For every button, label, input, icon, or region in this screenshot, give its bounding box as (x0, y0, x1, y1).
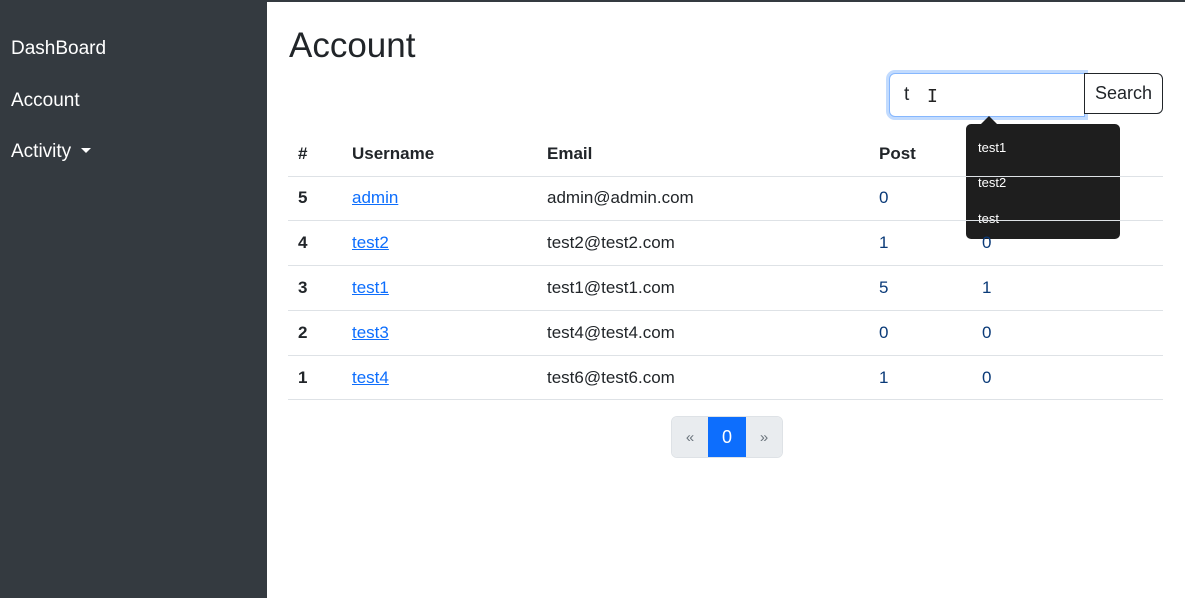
cell-username: admin (342, 176, 537, 222)
accounts-table: # Username Email Post 5 admin admin@admi… (288, 132, 1163, 401)
column-header-username: Username (342, 132, 537, 177)
username-link[interactable]: test1 (352, 278, 389, 297)
caret-down-icon (81, 148, 92, 153)
sidebar-item-label: Account (11, 90, 80, 111)
pagination-prev-button[interactable]: « (672, 417, 708, 457)
table-row: 4 test2 test2@test2.com 1 0 (288, 220, 1163, 267)
cell-username: test3 (342, 310, 537, 356)
cell-extra: 0 (972, 310, 1163, 356)
table-row: 5 admin admin@admin.com 0 (288, 176, 1163, 222)
cell-id: 3 (288, 265, 342, 311)
pagination-next-button[interactable]: » (746, 417, 782, 457)
text-cursor-icon: I (927, 86, 938, 107)
cell-post: 1 (869, 220, 972, 267)
cell-username: test2 (342, 220, 537, 267)
username-link[interactable]: admin (352, 188, 398, 207)
cell-id: 5 (288, 176, 342, 222)
cell-extra: 0 (972, 355, 1163, 401)
cell-id: 1 (288, 355, 342, 401)
pagination-page-current[interactable]: 0 (708, 417, 746, 457)
cell-email: admin@admin.com (537, 176, 869, 222)
cell-id: 2 (288, 310, 342, 356)
cell-email: test6@test6.com (537, 355, 869, 401)
username-link[interactable]: test4 (352, 368, 389, 387)
cell-post: 5 (869, 265, 972, 311)
cell-post: 0 (869, 176, 972, 222)
cell-username: test1 (342, 265, 537, 311)
sidebar-item-dashboard[interactable]: DashBoard (11, 38, 106, 60)
cell-extra (972, 176, 1163, 222)
search-input[interactable] (889, 73, 1085, 117)
search-button[interactable]: Search (1084, 73, 1163, 114)
cell-email: test2@test2.com (537, 220, 869, 267)
cell-post: 0 (869, 310, 972, 356)
column-header-extra (972, 132, 1163, 177)
cell-id: 4 (288, 220, 342, 267)
cell-post: 1 (869, 355, 972, 401)
table-row: 1 test4 test6@test6.com 1 0 (288, 355, 1163, 401)
suggestion-arrow (981, 116, 997, 124)
username-link[interactable]: test2 (352, 233, 389, 252)
column-header-post: Post (869, 132, 972, 177)
sidebar-item-label: Activity (11, 141, 72, 162)
column-header-email: Email (537, 132, 869, 177)
cell-extra: 0 (972, 220, 1163, 267)
main-content: Account I Search test1 test2 test # User… (267, 2, 1185, 598)
username-link[interactable]: test3 (352, 323, 389, 342)
cell-email: test4@test4.com (537, 310, 869, 356)
page-title: Account (289, 26, 416, 65)
sidebar-item-label: DashBoard (11, 38, 107, 59)
cell-email: test1@test1.com (537, 265, 869, 311)
sidebar: DashBoard Account Activity (0, 2, 267, 598)
cell-extra: 1 (972, 265, 1163, 311)
table-header-row: # Username Email Post (288, 132, 1163, 177)
sidebar-item-activity[interactable]: Activity (11, 141, 92, 163)
column-header-id: # (288, 132, 342, 177)
sidebar-item-account[interactable]: Account (11, 90, 80, 112)
cell-username: test4 (342, 355, 537, 401)
table-row: 3 test1 test1@test1.com 5 1 (288, 265, 1163, 311)
table-row: 2 test3 test4@test4.com 0 0 (288, 310, 1163, 356)
pagination: « 0 » (671, 416, 783, 458)
